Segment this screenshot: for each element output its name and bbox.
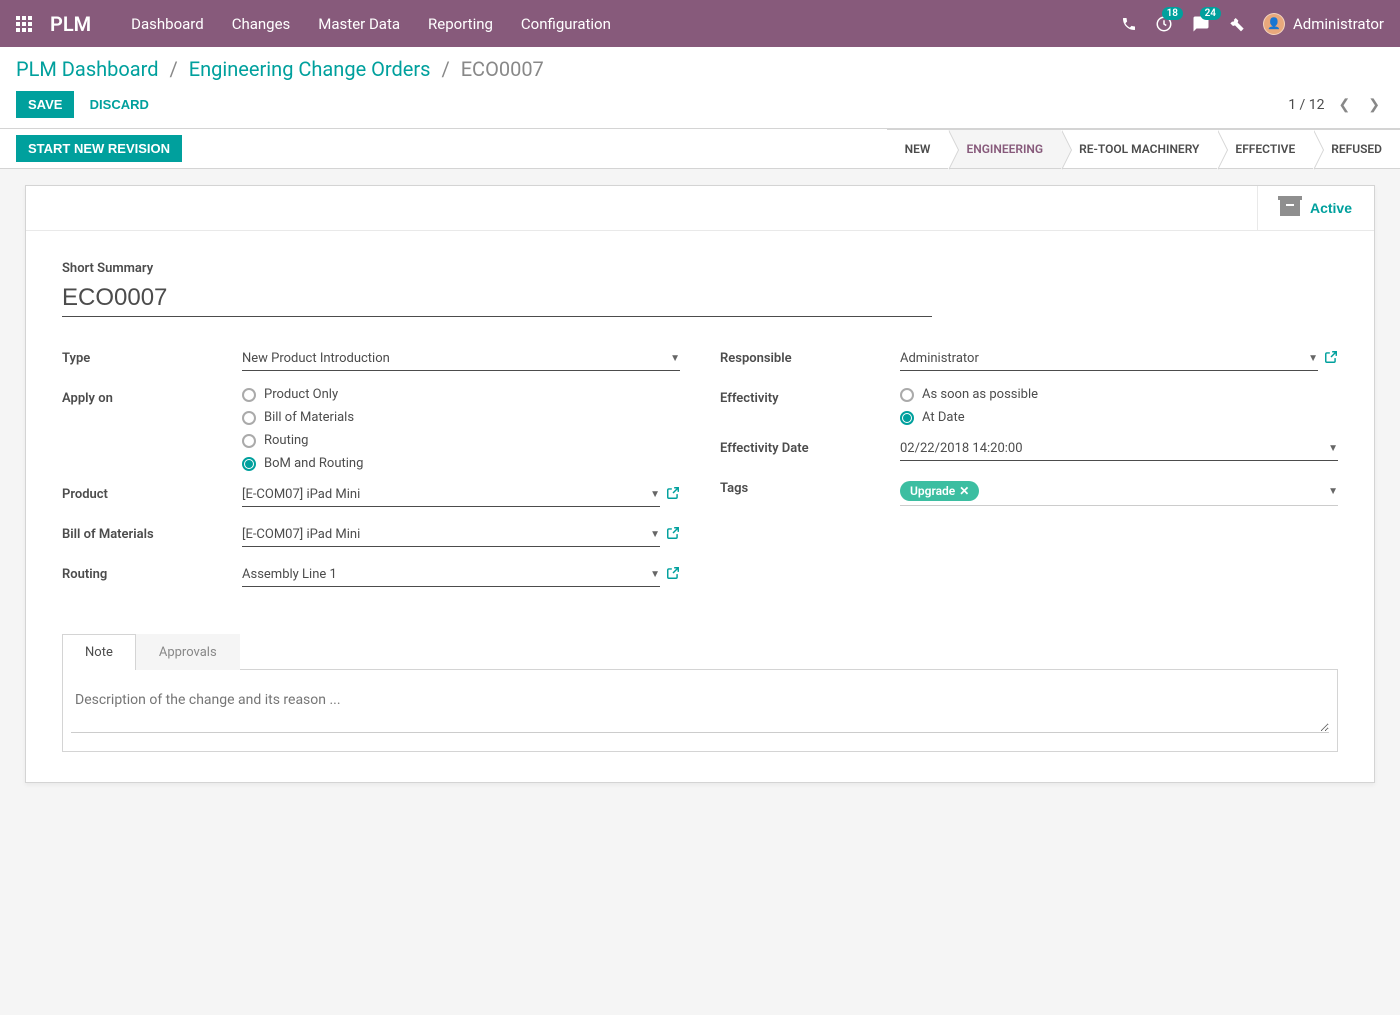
nav-reporting[interactable]: Reporting: [428, 15, 493, 33]
activity-icon[interactable]: 18: [1155, 15, 1173, 33]
bom-external-link-icon[interactable]: [666, 526, 680, 544]
product-external-link-icon[interactable]: [666, 486, 680, 504]
archive-icon: [1280, 200, 1300, 216]
user-menu[interactable]: 👤 Administrator: [1263, 13, 1384, 35]
caret-down-icon: ▼: [650, 529, 660, 540]
tools-icon[interactable]: [1229, 16, 1245, 32]
statusbar: START NEW REVISION NEW ENGINEERING RE-TO…: [0, 129, 1400, 169]
nav-dashboard[interactable]: Dashboard: [131, 15, 204, 33]
step-engineering[interactable]: ENGINEERING: [948, 129, 1061, 168]
caret-down-icon: ▼: [650, 489, 660, 500]
button-box: Active: [26, 186, 1374, 231]
radio-at-date[interactable]: At Date: [900, 410, 1038, 425]
step-retool[interactable]: RE-TOOL MACHINERY: [1061, 129, 1217, 168]
chat-badge: 24: [1200, 7, 1221, 20]
routing-label: Routing: [62, 563, 242, 582]
apply-on-radios: Product Only Bill of Materials Routing B…: [242, 387, 363, 471]
radio-routing[interactable]: Routing: [242, 433, 363, 448]
start-revision-button[interactable]: START NEW REVISION: [16, 135, 182, 162]
pager-prev[interactable]: ❮: [1335, 93, 1355, 117]
tab-approvals[interactable]: Approvals: [136, 634, 240, 670]
status-steps: NEW ENGINEERING RE-TOOL MACHINERY EFFECT…: [887, 129, 1400, 168]
summary-input[interactable]: [62, 280, 932, 317]
summary-label: Short Summary: [62, 261, 1338, 276]
phone-icon[interactable]: [1121, 16, 1137, 32]
control-panel: PLM Dashboard / Engineering Change Order…: [0, 47, 1400, 129]
discard-button[interactable]: DISCARD: [78, 91, 161, 118]
responsible-select[interactable]: Administrator ▼: [900, 347, 1318, 371]
apply-on-label: Apply on: [62, 387, 242, 406]
type-select[interactable]: New Product Introduction ▼: [242, 347, 680, 371]
right-column: Responsible Administrator ▼ Eff: [720, 347, 1338, 603]
pager-text: 1 / 12: [1288, 97, 1324, 113]
type-label: Type: [62, 347, 242, 366]
routing-select[interactable]: Assembly Line 1 ▼: [242, 563, 660, 587]
topbar-right: 18 24 👤 Administrator: [1121, 13, 1384, 35]
left-column: Type New Product Introduction ▼ Apply on: [62, 347, 680, 603]
pager-next[interactable]: ❯: [1364, 93, 1384, 117]
chat-icon[interactable]: 24: [1191, 15, 1211, 33]
product-label: Product: [62, 483, 242, 502]
form-sheet: Active Short Summary Type New Product In…: [25, 185, 1375, 783]
active-toggle[interactable]: Active: [1257, 186, 1374, 230]
topbar: PLM Dashboard Changes Master Data Report…: [0, 0, 1400, 47]
caret-down-icon: ▼: [1328, 486, 1338, 497]
caret-down-icon: ▼: [650, 569, 660, 580]
responsible-label: Responsible: [720, 347, 900, 366]
effectivity-label: Effectivity: [720, 387, 900, 406]
tag-remove-icon[interactable]: ✕: [959, 484, 969, 498]
activity-badge: 18: [1162, 7, 1183, 20]
brand[interactable]: PLM: [50, 12, 91, 36]
effectivity-radios: As soon as possible At Date: [900, 387, 1038, 425]
bom-label: Bill of Materials: [62, 523, 242, 542]
responsible-external-link-icon[interactable]: [1324, 350, 1338, 368]
save-button[interactable]: SAVE: [16, 91, 74, 118]
breadcrumb: PLM Dashboard / Engineering Change Order…: [16, 57, 1384, 81]
pager: 1 / 12 ❮ ❯: [1288, 93, 1384, 117]
tags-label: Tags: [720, 477, 900, 496]
radio-bom[interactable]: Bill of Materials: [242, 410, 363, 425]
step-new[interactable]: NEW: [887, 129, 949, 168]
radio-bom-routing[interactable]: BoM and Routing: [242, 456, 363, 471]
breadcrumb-eco-list[interactable]: Engineering Change Orders: [189, 57, 431, 81]
nav-changes[interactable]: Changes: [232, 15, 291, 33]
breadcrumb-current: ECO0007: [461, 57, 544, 81]
bom-select[interactable]: [E-COM07] iPad Mini ▼: [242, 523, 660, 547]
apps-icon[interactable]: [16, 16, 32, 32]
caret-down-icon: ▼: [670, 353, 680, 364]
tags-input[interactable]: Upgrade✕ ▼: [900, 477, 1338, 506]
step-refused[interactable]: REFUSED: [1313, 129, 1400, 168]
top-nav: Dashboard Changes Master Data Reporting …: [131, 15, 611, 33]
form-body: Short Summary Type New Product Introduct…: [26, 231, 1374, 782]
sheet-background: Active Short Summary Type New Product In…: [0, 169, 1400, 799]
nav-configuration[interactable]: Configuration: [521, 15, 611, 33]
avatar: 👤: [1263, 13, 1285, 35]
tag-upgrade[interactable]: Upgrade✕: [900, 481, 979, 501]
effectivity-date-input[interactable]: 02/22/2018 14:20:00 ▼: [900, 437, 1338, 461]
product-select[interactable]: [E-COM07] iPad Mini ▼: [242, 483, 660, 507]
step-effective[interactable]: EFFECTIVE: [1217, 129, 1313, 168]
breadcrumb-dashboard[interactable]: PLM Dashboard: [16, 57, 159, 81]
caret-down-icon: ▼: [1308, 353, 1318, 364]
note-textarea[interactable]: [71, 684, 1329, 733]
radio-asap[interactable]: As soon as possible: [900, 387, 1038, 402]
effectivity-date-label: Effectivity Date: [720, 437, 900, 456]
caret-down-icon: ▼: [1328, 443, 1338, 454]
radio-product-only[interactable]: Product Only: [242, 387, 363, 402]
routing-external-link-icon[interactable]: [666, 566, 680, 584]
nav-master-data[interactable]: Master Data: [318, 15, 400, 33]
notebook-page-note: [62, 670, 1338, 752]
notebook-tabs: Note Approvals: [62, 633, 1338, 670]
tab-note[interactable]: Note: [62, 634, 136, 670]
user-name: Administrator: [1293, 15, 1384, 33]
